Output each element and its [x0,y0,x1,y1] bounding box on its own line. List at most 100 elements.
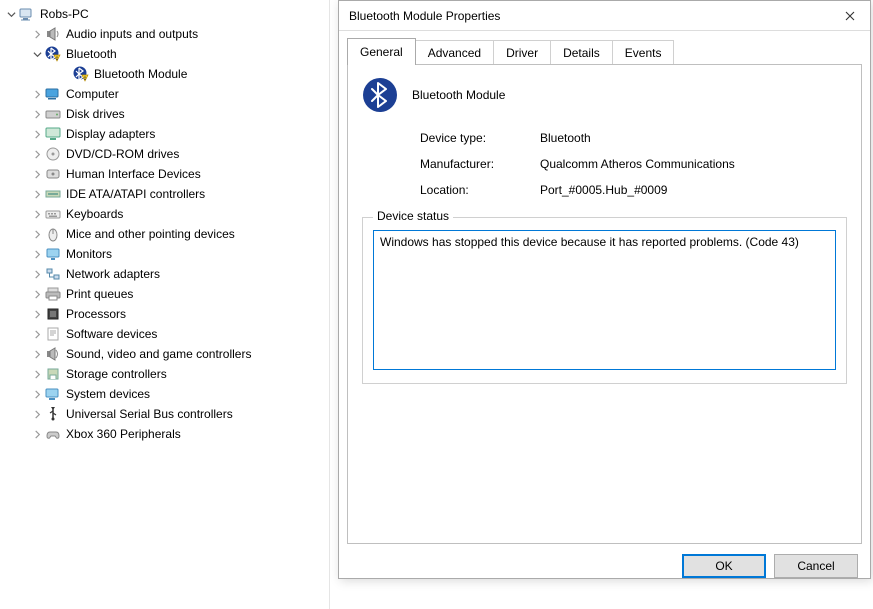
chevron-right-icon[interactable] [30,127,44,141]
location-label: Location: [420,183,540,197]
tree-item[interactable]: Processors [2,304,329,324]
tree-item-label: Human Interface Devices [66,167,201,181]
tree-item[interactable]: Storage controllers [2,364,329,384]
tree-item[interactable]: Human Interface Devices [2,164,329,184]
device-type-value: Bluetooth [540,131,847,145]
bluetooth-warn-icon [44,46,62,62]
tree-item-label: Sound, video and game controllers [66,347,251,361]
tree-item[interactable]: System devices [2,384,329,404]
tree-item-label: Universal Serial Bus controllers [66,407,233,421]
chevron-down-icon[interactable] [4,7,18,21]
tree-item-label: Keyboards [66,207,123,221]
tree-item[interactable]: Print queues [2,284,329,304]
tree-root-label: Robs-PC [40,7,89,21]
dialog-button-row: OK Cancel [339,544,870,590]
tree-item-label: Bluetooth [66,47,117,61]
tree-item-label: System devices [66,387,150,401]
tree-item-label: Disk drives [66,107,125,121]
monitor-icon [44,246,62,262]
cancel-button[interactable]: Cancel [774,554,858,578]
display-icon [44,126,62,142]
tree-item-label: Software devices [66,327,157,341]
tree-item[interactable]: Display adapters [2,124,329,144]
device-status-group: Device status [362,217,847,384]
tree-item-label: Xbox 360 Peripherals [66,427,181,441]
chevron-right-icon[interactable] [30,347,44,361]
tree-item-label: Display adapters [66,127,155,141]
tab-area: GeneralAdvancedDriverDetailsEvents Bluet… [339,31,870,544]
chevron-right-icon[interactable] [30,247,44,261]
usb-icon [44,406,62,422]
device-type-label: Device type: [420,131,540,145]
tree-item[interactable]: Network adapters [2,264,329,284]
chevron-right-icon[interactable] [30,407,44,421]
tree-item[interactable]: Monitors [2,244,329,264]
cpu-icon [44,306,62,322]
chevron-right-icon[interactable] [30,147,44,161]
tree-item-label: Monitors [66,247,112,261]
pc-icon [18,6,36,22]
tree-item[interactable]: Audio inputs and outputs [2,24,329,44]
chevron-right-icon[interactable] [30,287,44,301]
chevron-right-icon[interactable] [30,327,44,341]
sound-icon [44,346,62,362]
tab-advanced[interactable]: Advanced [415,40,494,65]
tree-item[interactable]: Xbox 360 Peripherals [2,424,329,444]
chevron-down-icon[interactable] [30,47,44,61]
close-icon [845,11,855,21]
tree-item-label: Computer [66,87,119,101]
chevron-right-icon[interactable] [30,87,44,101]
tab-panel-general: Bluetooth Module Device type: Bluetooth … [347,64,862,544]
bluetooth-warn-icon [72,66,90,82]
diskdrive-icon [44,106,62,122]
device-status-legend: Device status [373,209,453,223]
titlebar[interactable]: Bluetooth Module Properties [339,1,870,31]
chevron-right-icon[interactable] [30,187,44,201]
storage-icon [44,366,62,382]
bluetooth-icon [362,77,398,113]
mouse-icon [44,226,62,242]
tree-item-label: Mice and other pointing devices [66,227,235,241]
property-grid: Device type: Bluetooth Manufacturer: Qua… [362,131,847,197]
tree-item[interactable]: Disk drives [2,104,329,124]
manufacturer-label: Manufacturer: [420,157,540,171]
tree-item[interactable]: Keyboards [2,204,329,224]
close-button[interactable] [830,1,870,31]
chevron-right-icon[interactable] [30,387,44,401]
tree-root-row[interactable]: Robs-PC [2,4,329,24]
tree-item[interactable]: Bluetooth Module [2,64,329,84]
tab-general[interactable]: General [347,38,416,65]
keyboard-icon [44,206,62,222]
tab-events[interactable]: Events [612,40,675,65]
tree-item[interactable]: Software devices [2,324,329,344]
chevron-right-icon[interactable] [30,367,44,381]
tree-item-label: Print queues [66,287,133,301]
tabstrip: GeneralAdvancedDriverDetailsEvents [347,38,862,65]
arrow-spacer [58,67,72,81]
tree-item[interactable]: IDE ATA/ATAPI controllers [2,184,329,204]
tree-item[interactable]: Bluetooth [2,44,329,64]
tree-item[interactable]: Computer [2,84,329,104]
chevron-right-icon[interactable] [30,427,44,441]
chevron-right-icon[interactable] [30,27,44,41]
tab-driver[interactable]: Driver [493,40,551,65]
device-tree[interactable]: Robs-PC Audio inputs and outputs Bluetoot… [0,0,330,609]
tab-details[interactable]: Details [550,40,613,65]
device-status-textbox[interactable] [373,230,836,370]
chevron-right-icon[interactable] [30,267,44,281]
dialog-title: Bluetooth Module Properties [349,9,830,23]
chevron-right-icon[interactable] [30,307,44,321]
dvd-icon [44,146,62,162]
chevron-right-icon[interactable] [30,207,44,221]
location-value: Port_#0005.Hub_#0009 [540,183,847,197]
tree-item[interactable]: DVD/CD-ROM drives [2,144,329,164]
xbox-icon [44,426,62,442]
tree-item[interactable]: Universal Serial Bus controllers [2,404,329,424]
ok-button[interactable]: OK [682,554,766,578]
chevron-right-icon[interactable] [30,107,44,121]
printer-icon [44,286,62,302]
tree-item[interactable]: Sound, video and game controllers [2,344,329,364]
chevron-right-icon[interactable] [30,167,44,181]
chevron-right-icon[interactable] [30,227,44,241]
tree-item[interactable]: Mice and other pointing devices [2,224,329,244]
